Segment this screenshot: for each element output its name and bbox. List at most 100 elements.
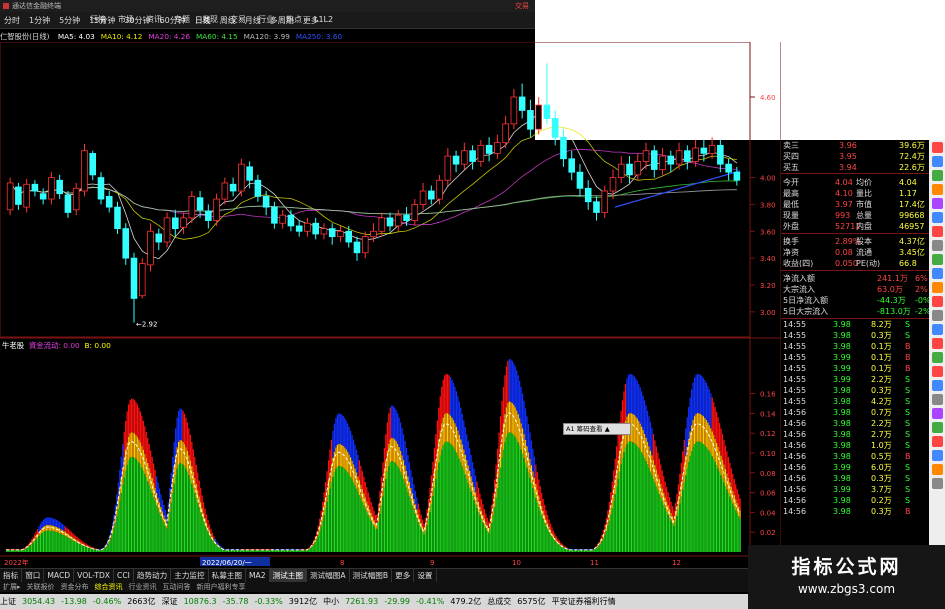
tab-4[interactable]: CCI — [114, 569, 134, 582]
ma-label-3: MA60: 4.15 — [196, 32, 238, 41]
volume-bar — [53, 531, 55, 552]
period-1[interactable]: 1分钟 — [29, 14, 50, 27]
period-2[interactable]: 5分钟 — [59, 14, 80, 27]
tab-1[interactable]: 窗口 — [22, 569, 45, 582]
ext-tab-4[interactable]: 行业资讯 — [126, 582, 160, 592]
ext-tab-0[interactable]: 扩展▸ — [0, 582, 24, 592]
sidebar-tool-icon[interactable] — [931, 296, 943, 307]
sidebar-tool-icon[interactable] — [931, 310, 943, 321]
tab-6[interactable]: 主力监控 — [171, 569, 209, 582]
tab-7[interactable]: 私募主图 — [209, 569, 246, 582]
volume-bar-mid — [435, 460, 437, 479]
volume-bar-mid — [392, 438, 394, 462]
sidebar-tool-icon[interactable] — [931, 380, 943, 391]
volume-bar — [504, 442, 506, 552]
tab-12[interactable]: 更多 — [392, 569, 415, 582]
period-10[interactable]: 更多 — [303, 14, 319, 27]
sidebar-tool-icon[interactable] — [931, 170, 943, 181]
volume-bar — [530, 482, 533, 552]
volume-bar-mid — [401, 455, 403, 476]
volume-bar — [554, 540, 556, 552]
sidebar-tool-icon[interactable] — [931, 478, 943, 489]
volume-bar — [426, 525, 428, 552]
volume-bar-top — [399, 422, 402, 451]
tab-0[interactable]: 指标 — [0, 569, 23, 582]
tab-3[interactable]: VOL-TDX — [74, 569, 115, 582]
period-8[interactable]: 月线 — [245, 14, 261, 27]
tab-5[interactable]: 趋势动力 — [134, 569, 172, 582]
stat-row-cell: 最低 — [783, 200, 799, 209]
chart-area[interactable]: 4.60 4.00 3.80 3.60 3.40 3.20 3.00 ←4.85 ←2.92 0.… — [0, 42, 781, 567]
sidebar-tool-icon[interactable] — [931, 282, 943, 293]
volume-bar-top — [213, 535, 215, 540]
volume-bar-top — [153, 463, 155, 483]
tab-11[interactable]: 测试幅图B — [350, 569, 393, 582]
tab-9[interactable]: 测试主图 — [269, 569, 307, 582]
volume-bar — [354, 485, 356, 552]
sidebar-tool-icon[interactable] — [931, 240, 943, 251]
period-4[interactable]: 30分钟 — [124, 14, 150, 27]
ext-tab-6[interactable]: 新用户福利专享 — [194, 582, 249, 592]
sidebar-tool-icon[interactable] — [931, 450, 943, 461]
sidebar-tool-icon[interactable] — [931, 422, 943, 433]
period-9[interactable]: 多周期 — [270, 14, 294, 27]
volume-bar-top — [233, 549, 236, 550]
volume-bar — [618, 471, 621, 552]
sidebar-tool-icon[interactable] — [931, 436, 943, 447]
volume-bar — [226, 550, 228, 552]
sidebar-tool-icon[interactable] — [931, 142, 943, 153]
sidebar-tool-icon[interactable] — [931, 156, 943, 167]
tab-8[interactable]: MA2 — [246, 569, 270, 582]
volume-bar-top — [210, 528, 212, 534]
sidebar-tool-icon[interactable] — [931, 352, 943, 363]
volume-bar-top — [60, 522, 62, 530]
sidebar-tool-icon[interactable] — [931, 226, 943, 237]
period-5[interactable]: 60分钟 — [160, 14, 186, 27]
tab-13[interactable]: 设置 — [414, 569, 437, 582]
period-3[interactable]: 15分钟 — [89, 14, 115, 27]
volume-bar — [266, 550, 268, 552]
sidebar-tool-icon[interactable] — [931, 366, 943, 377]
tab-10[interactable]: 测试幅图A — [307, 569, 350, 582]
volume-bar-top — [592, 548, 594, 550]
stat-row-cell: 内盘 — [856, 222, 872, 231]
sidebar-tool-icon[interactable] — [931, 198, 943, 209]
chip-popup[interactable]: A1 筹码查看 ▲ — [563, 423, 631, 435]
sidebar-tool-icon[interactable] — [931, 268, 943, 279]
volume-bar-top — [545, 510, 547, 520]
volume-bar — [153, 497, 155, 552]
sidebar-tool-icon[interactable] — [931, 338, 943, 349]
ext-tab-1[interactable]: 关联报价 — [24, 582, 58, 592]
volume-bar — [305, 550, 308, 552]
period-0[interactable]: 分时 — [4, 14, 20, 27]
flow-row-cell: -44.3万 — [877, 296, 906, 305]
stat-row-cell: 现量 — [783, 211, 799, 220]
volume-bar — [727, 493, 730, 552]
tick-row: 14:55 3.98 0.3万 S — [781, 330, 929, 341]
sidebar-tool-icon[interactable] — [931, 394, 943, 405]
candle-body — [452, 155, 460, 165]
period-6[interactable]: 日线 — [195, 14, 211, 27]
volume-bar — [560, 546, 562, 552]
volume-bar-top — [48, 517, 50, 526]
ext-tab-5[interactable]: 互动问答 — [160, 582, 194, 592]
sidebar-tool-icon[interactable] — [931, 184, 943, 195]
sidebar-tool-icon[interactable] — [931, 324, 943, 335]
volume-bar-top — [648, 416, 650, 447]
volume-bar-mid — [658, 479, 660, 495]
volume-bar-top — [414, 490, 416, 505]
sidebar-tool-icon[interactable] — [931, 254, 943, 265]
sidebar-tool-icon[interactable] — [931, 464, 943, 475]
trade-link[interactable]: 交易 — [515, 0, 529, 12]
sidebar-tool-icon[interactable] — [931, 212, 943, 223]
tab-2[interactable]: MACD — [44, 569, 75, 582]
volume-bar — [351, 479, 353, 552]
status-item-1: 3054.43 — [22, 597, 56, 606]
sidebar-tool-icon[interactable] — [931, 408, 943, 419]
volume-bar — [551, 536, 553, 552]
period-7[interactable]: 周线 — [220, 14, 236, 27]
ext-tab-3[interactable]: 综合资讯 — [92, 582, 126, 592]
ext-tab-2[interactable]: 资金分布 — [58, 582, 92, 592]
volume-bar-top — [520, 386, 522, 424]
volume-bar-top — [332, 430, 334, 458]
